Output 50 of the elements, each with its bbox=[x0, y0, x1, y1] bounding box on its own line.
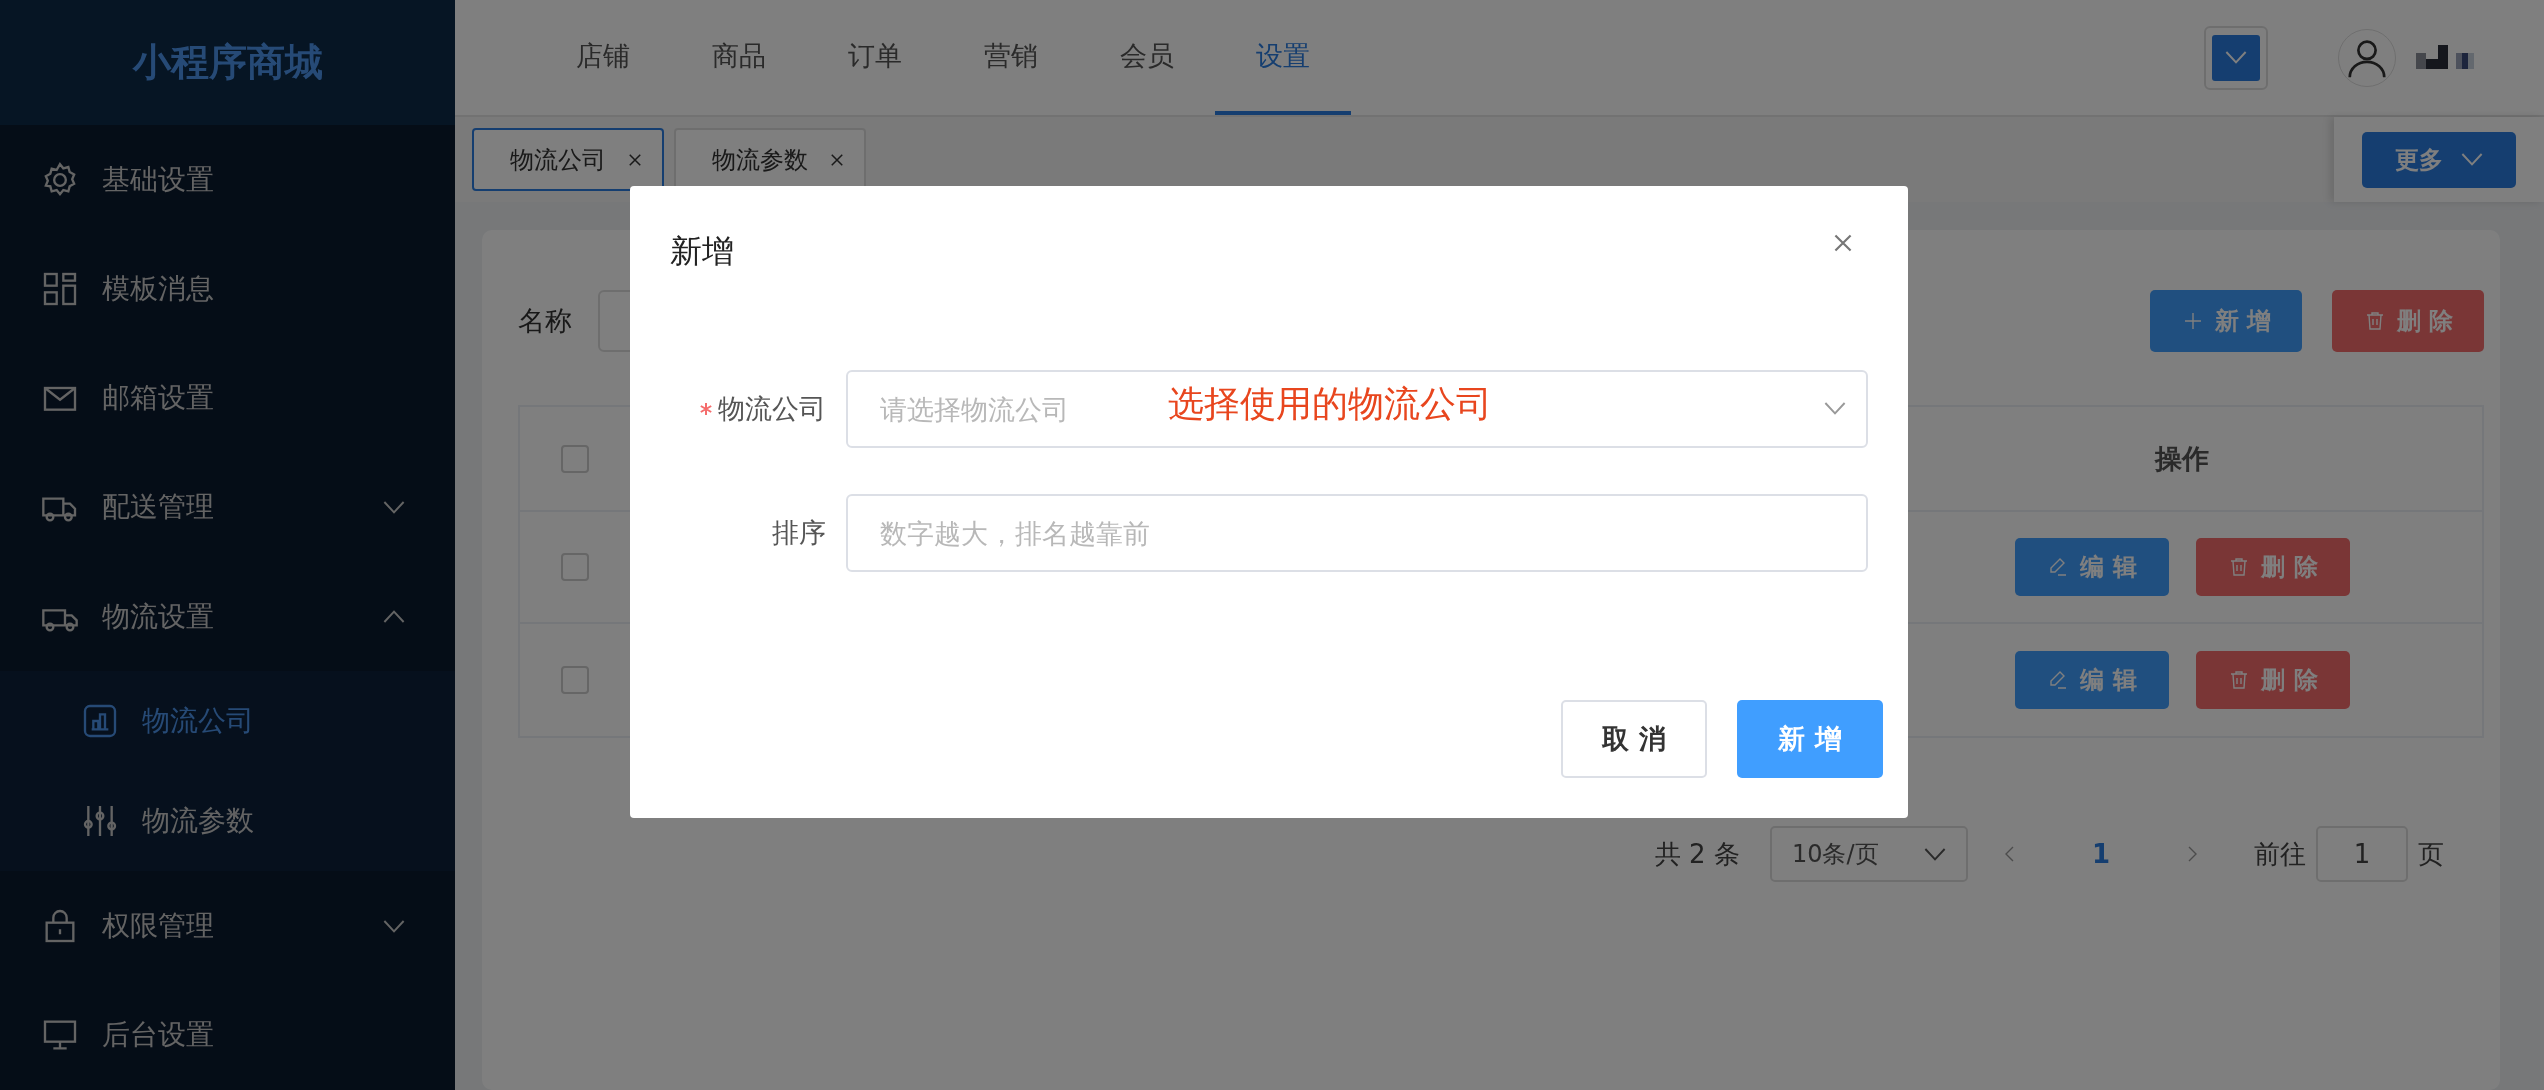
sidebar-item[interactable]: 配送管理 bbox=[0, 452, 455, 563]
field-label: 排序 bbox=[772, 516, 826, 550]
edit-button[interactable]: 编 辑 bbox=[2014, 538, 2169, 596]
annotation-text: 选择使用的物流公司 bbox=[1168, 382, 1492, 426]
chevron-up-icon bbox=[383, 610, 405, 624]
filter-label: 名称 bbox=[518, 304, 573, 338]
nav-tab[interactable]: 店铺 bbox=[535, 0, 671, 115]
dialog-title: 新增 bbox=[670, 231, 734, 272]
sidebar-item[interactable]: 邮箱设置 bbox=[0, 343, 455, 453]
chevron-down-icon bbox=[383, 500, 405, 514]
chevron-down-icon bbox=[2461, 153, 2483, 166]
cancel-button[interactable]: 取 消 bbox=[1561, 700, 1707, 778]
page-size-select[interactable]: 10条/页 bbox=[1769, 826, 1968, 882]
delete-button[interactable]: 删 除 bbox=[2195, 538, 2350, 596]
input-field[interactable]: 数字越大，排名越靠前 bbox=[846, 494, 1868, 572]
sidebar-item[interactable]: 模板消息 bbox=[0, 234, 455, 344]
page-tag[interactable]: 物流公司 bbox=[472, 128, 664, 191]
nav-tab[interactable]: 商品 bbox=[671, 0, 807, 115]
tag-label: 物流公司 bbox=[510, 144, 606, 176]
edit-button[interactable]: 编 辑 bbox=[2014, 651, 2169, 709]
delete-button[interactable]: 删 除 bbox=[2332, 290, 2484, 352]
nav-tab[interactable]: 订单 bbox=[807, 0, 943, 115]
masked-username bbox=[2416, 44, 2474, 71]
sidebar-subitem[interactable]: 物流公司 bbox=[0, 671, 455, 772]
goto-label: 前往 bbox=[2254, 837, 2306, 871]
nav-tab[interactable]: 营销 bbox=[943, 0, 1079, 115]
checkbox[interactable] bbox=[561, 666, 589, 694]
chevron-down-icon bbox=[383, 919, 405, 933]
chevron-down-icon bbox=[1824, 402, 1846, 415]
delete-button[interactable]: 删 除 bbox=[2195, 651, 2350, 709]
confirm-button[interactable]: 新 增 bbox=[1737, 700, 1883, 778]
chevron-down-icon bbox=[1923, 847, 1946, 861]
column-header: 操作 bbox=[2155, 441, 2209, 476]
tag-label: 物流参数 bbox=[712, 144, 808, 176]
sidebar-subitem[interactable]: 物流参数 bbox=[0, 771, 455, 872]
total-count: 共 2 条 bbox=[1654, 837, 1740, 871]
checkbox[interactable] bbox=[561, 553, 589, 581]
dropdown-button[interactable] bbox=[2212, 34, 2260, 81]
app-logo: 小程序商城 bbox=[0, 0, 455, 125]
sidebar-item[interactable]: 后台设置 bbox=[0, 980, 455, 1090]
nav-tab[interactable]: 会员 bbox=[1079, 0, 1215, 115]
checkbox[interactable] bbox=[561, 444, 589, 473]
page-number[interactable]: 1 bbox=[2051, 839, 2150, 869]
chevron-down-icon bbox=[2225, 51, 2247, 64]
page-suffix: 页 bbox=[2418, 837, 2444, 871]
sidebar-item[interactable]: 权限管理 bbox=[0, 871, 455, 981]
field-label: 物流公司 bbox=[718, 392, 826, 426]
add-button[interactable]: 新 增 bbox=[2150, 290, 2302, 352]
more-button[interactable]: 更多 bbox=[2362, 131, 2516, 188]
page-input-field[interactable]: 1 bbox=[2316, 826, 2408, 882]
